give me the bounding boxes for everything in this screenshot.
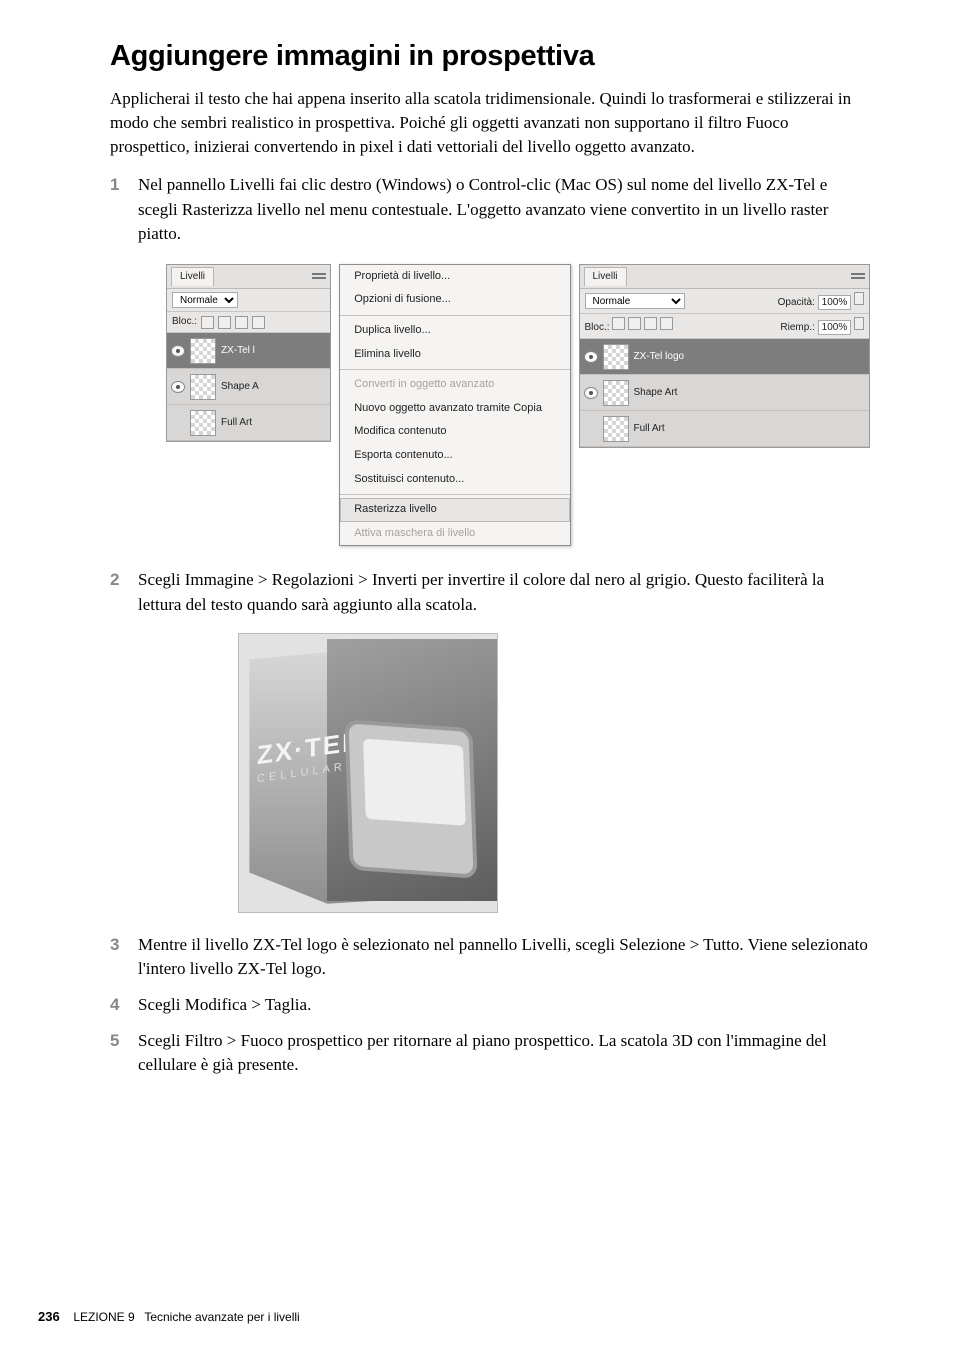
layer-name: ZX-Tel l [221,344,326,358]
step-text: Nel pannello Livelli fai clic destro (Wi… [138,175,828,242]
product-box-image: ZX·TEL CELLULAR [238,633,498,913]
step-text: Scegli Immagine > Regolazioni > Inverti … [138,570,824,613]
context-menu: Proprietà di livello... Opzioni di fusio… [339,264,570,547]
menu-item[interactable]: Sostituisci contenuto... [340,468,569,492]
step-number: 4 [110,993,119,1017]
menu-item[interactable]: Attiva maschera di livello [340,522,569,546]
menu-item[interactable]: Esporta contenuto... [340,444,569,468]
layer-thumbnail[interactable] [190,338,216,364]
layer-name: Full Art [634,422,866,436]
fill-field[interactable]: 100% [818,320,852,335]
layer-thumbnail[interactable] [603,380,629,406]
menu-item[interactable]: Modifica contenuto [340,420,569,444]
step-number: 3 [110,933,119,957]
figure-row-1: Livelli Normale Bloc.: [166,264,870,547]
step-3: 3 Mentre il livello ZX-Tel logo è selezi… [110,933,870,981]
layers-panel-left: Livelli Normale Bloc.: [166,264,331,442]
layer-name: Full Art [221,416,326,430]
opacity-label: Opacità: [778,297,815,308]
menu-item[interactable]: Opzioni di fusione... [340,288,569,312]
lock-label: Bloc.: [172,315,197,329]
lock-move-icon[interactable] [235,316,248,329]
lock-all-icon[interactable] [660,317,673,330]
layer-name: Shape Art [634,386,866,400]
lesson-label: LEZIONE 9 [73,1310,134,1324]
step-5: 5 Scegli Filtro > Fuoco prospettico per … [110,1029,870,1077]
step-text: Mentre il livello ZX-Tel logo è selezion… [138,935,868,978]
layer-row[interactable]: Full Art [167,405,330,441]
chevron-right-icon[interactable] [854,292,864,305]
menu-item[interactable]: Elimina livello [340,343,569,367]
phone-graphic [344,719,477,878]
layer-thumbnail[interactable] [190,374,216,400]
panel-menu-icon[interactable] [312,271,326,281]
step-number: 5 [110,1029,119,1053]
step-list: 1 Nel pannello Livelli fai clic destro (… [110,173,870,1077]
layer-name: Shape A [221,380,326,394]
menu-separator [340,369,569,370]
step-text: Scegli Modifica > Taglia. [138,995,311,1014]
blend-mode-select[interactable]: Normale [585,293,685,309]
panel-tab[interactable]: Livelli [584,267,627,286]
visibility-eye-icon[interactable] [171,345,185,357]
page-number: 236 [38,1309,60,1324]
lock-label: Bloc.: [585,322,610,333]
step-2: 2 Scegli Immagine > Regolazioni > Invert… [110,568,870,912]
fill-label: Riemp.: [780,322,814,333]
opacity-field[interactable]: 100% [818,295,852,310]
panel-menu-icon[interactable] [851,271,865,281]
chevron-right-icon[interactable] [854,317,864,330]
blend-mode-select[interactable]: Normale [172,292,238,308]
layer-row[interactable]: ZX-Tel logo [580,339,870,375]
layer-thumbnail[interactable] [603,416,629,442]
lock-transparent-icon[interactable] [612,317,625,330]
layer-row[interactable]: Shape Art [580,375,870,411]
layer-thumbnail[interactable] [190,410,216,436]
menu-item[interactable]: Proprietà di livello... [340,265,569,289]
lock-move-icon[interactable] [644,317,657,330]
layer-row[interactable]: ZX-Tel l [167,333,330,369]
menu-item-rasterize[interactable]: Rasterizza livello [340,498,569,522]
menu-separator [340,315,569,316]
layer-row[interactable]: Full Art [580,411,870,447]
layer-thumbnail[interactable] [603,344,629,370]
page-heading: Aggiungere immagini in prospettiva [110,40,870,73]
menu-item[interactable]: Nuovo oggetto avanzato tramite Copia [340,397,569,421]
lock-brush-icon[interactable] [218,316,231,329]
visibility-eye-icon[interactable] [171,381,185,393]
page-footer: 236 LEZIONE 9 Tecniche avanzate per i li… [38,1309,300,1324]
step-number: 2 [110,568,119,592]
panel-tab[interactable]: Livelli [171,267,214,286]
step-4: 4 Scegli Modifica > Taglia. [110,993,870,1017]
lock-all-icon[interactable] [252,316,265,329]
step-1: 1 Nel pannello Livelli fai clic destro (… [110,173,870,546]
menu-item[interactable]: Converti in oggetto avanzato [340,373,569,397]
intro-paragraph: Applicherai il testo che hai appena inse… [110,87,870,159]
layer-row[interactable]: Shape A [167,369,330,405]
step-number: 1 [110,173,119,197]
visibility-eye-icon[interactable] [584,351,598,363]
visibility-eye-icon[interactable] [584,387,598,399]
layers-panel-right: Livelli Normale Opacità: 100% Bloc.: [579,264,871,449]
menu-item[interactable]: Duplica livello... [340,319,569,343]
lock-brush-icon[interactable] [628,317,641,330]
lesson-title: Tecniche avanzate per i livelli [144,1310,299,1324]
step-text: Scegli Filtro > Fuoco prospettico per ri… [138,1031,827,1074]
lock-transparent-icon[interactable] [201,316,214,329]
layer-name: ZX-Tel logo [634,350,866,364]
menu-separator [340,494,569,495]
